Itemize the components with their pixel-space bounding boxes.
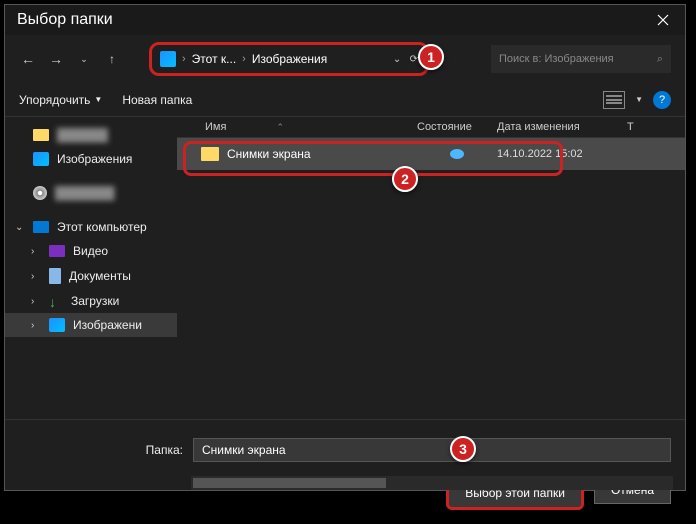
organize-button[interactable]: Упорядочить ▼ (19, 93, 102, 107)
address-bar[interactable]: › Этот к... › Изображения ⌄ ⟳ (149, 42, 429, 76)
file-date-cell: 14.10.2022 15:02 (497, 148, 627, 160)
sidebar-item-downloads[interactable]: ›↓Загрузки (5, 289, 177, 313)
annotation-badge-1: 1 (418, 44, 444, 70)
download-icon: ↓ (49, 294, 63, 308)
folder-label: Папка: (139, 443, 183, 457)
window-title: Выбор папки (17, 11, 113, 29)
column-name[interactable]: Имя⌃ (177, 121, 417, 133)
folder-icon (33, 129, 49, 141)
bottom-panel: Папка: Выбор этой папки Отмена (5, 419, 685, 524)
folder-icon (201, 147, 219, 161)
refresh-icon[interactable]: ⌄ ⟳ (393, 54, 418, 65)
sort-indicator-icon: ⌃ (276, 122, 284, 133)
pictures-icon (49, 318, 65, 332)
file-name-cell: Снимки экрана (177, 147, 417, 161)
back-button[interactable]: ← (19, 51, 37, 67)
chevron-right-icon[interactable]: › (31, 296, 34, 307)
titlebar: Выбор папки (5, 5, 685, 35)
folder-name-input[interactable] (193, 438, 671, 462)
search-placeholder: Поиск в: Изображения (499, 53, 614, 65)
chevron-right-icon: › (242, 53, 246, 65)
column-date[interactable]: Дата изменения (497, 121, 627, 133)
file-row[interactable]: Снимки экрана 14.10.2022 15:02 (177, 138, 685, 170)
up-button[interactable]: ↑ (103, 52, 121, 66)
document-icon (49, 268, 61, 284)
breadcrumb-part[interactable]: Изображения (252, 52, 327, 66)
close-button[interactable] (640, 5, 685, 35)
sidebar-item-images-pc[interactable]: ›Изображени (5, 313, 177, 337)
chevron-right-icon: › (182, 53, 186, 65)
cloud-icon (450, 149, 464, 159)
file-state-cell (417, 149, 497, 159)
recent-button[interactable]: ⌄ (75, 54, 93, 65)
help-button[interactable]: ? (653, 91, 671, 109)
column-type[interactable]: Т (627, 121, 634, 133)
horizontal-scrollbar[interactable] (191, 476, 673, 490)
sidebar-item-video[interactable]: ›Видео (5, 239, 177, 263)
file-name: Снимки экрана (227, 147, 311, 161)
sidebar-item-this-pc[interactable]: ⌄Этот компьютер (5, 215, 177, 239)
chevron-right-icon[interactable]: › (31, 320, 34, 331)
forward-button[interactable]: → (47, 51, 65, 67)
content-area: ██████ Изображения ███████ ⌄Этот компьют… (5, 117, 685, 419)
nav-arrows: ← → ⌄ ↑ (19, 51, 121, 67)
chevron-down-icon[interactable]: ▼ (635, 95, 643, 104)
disk-icon (33, 186, 47, 200)
toolbar: Упорядочить ▼ Новая папка ▼ ? (5, 83, 685, 117)
sidebar-item-documents[interactable]: ›Документы (5, 263, 177, 289)
annotation-badge-3: 3 (450, 436, 476, 462)
column-state[interactable]: Состояние (417, 121, 497, 133)
video-icon (49, 245, 65, 257)
chevron-right-icon[interactable]: › (31, 271, 34, 282)
close-icon (657, 14, 669, 26)
breadcrumb-part[interactable]: Этот к... (192, 52, 236, 66)
new-folder-button[interactable]: Новая папка (122, 93, 192, 107)
annotation-badge-2: 2 (392, 166, 418, 192)
sidebar-item-images[interactable]: Изображения (5, 147, 177, 171)
search-input[interactable]: Поиск в: Изображения ⌕ (491, 45, 671, 73)
chevron-right-icon[interactable]: › (31, 246, 34, 257)
pictures-icon (160, 51, 176, 67)
sidebar-item[interactable]: ██████ (5, 123, 177, 147)
navbar: ← → ⌄ ↑ › Этот к... › Изображения ⌄ ⟳ По… (5, 35, 685, 83)
pc-icon (33, 221, 49, 233)
search-icon: ⌕ (657, 53, 663, 66)
sidebar: ██████ Изображения ███████ ⌄Этот компьют… (5, 117, 177, 419)
pictures-icon (33, 152, 49, 166)
folder-picker-dialog: Выбор папки ← → ⌄ ↑ › Этот к... › Изобра… (4, 4, 686, 491)
sidebar-item[interactable]: ███████ (5, 181, 177, 205)
view-mode-button[interactable] (603, 91, 625, 109)
chevron-down-icon[interactable]: ⌄ (15, 222, 23, 233)
scroll-thumb[interactable] (193, 478, 386, 488)
chevron-down-icon: ▼ (94, 95, 102, 104)
file-list: Имя⌃ Состояние Дата изменения Т Снимки э… (177, 117, 685, 419)
column-headers: Имя⌃ Состояние Дата изменения Т (177, 117, 685, 138)
